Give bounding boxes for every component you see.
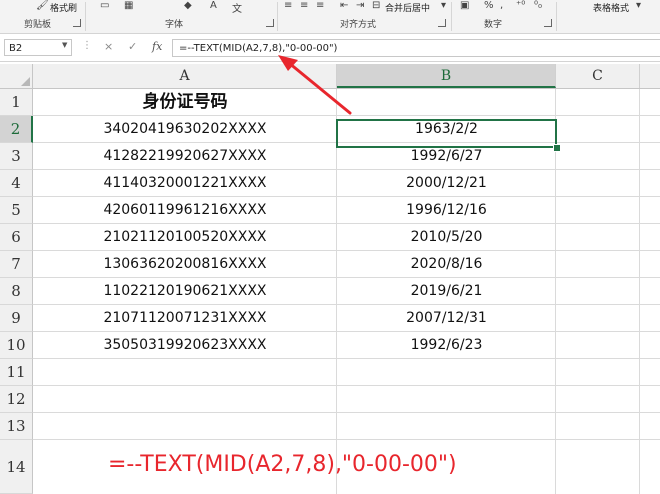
annotation-arrow-shaft	[287, 61, 352, 115]
annotation-arrow-icon	[278, 55, 352, 115]
